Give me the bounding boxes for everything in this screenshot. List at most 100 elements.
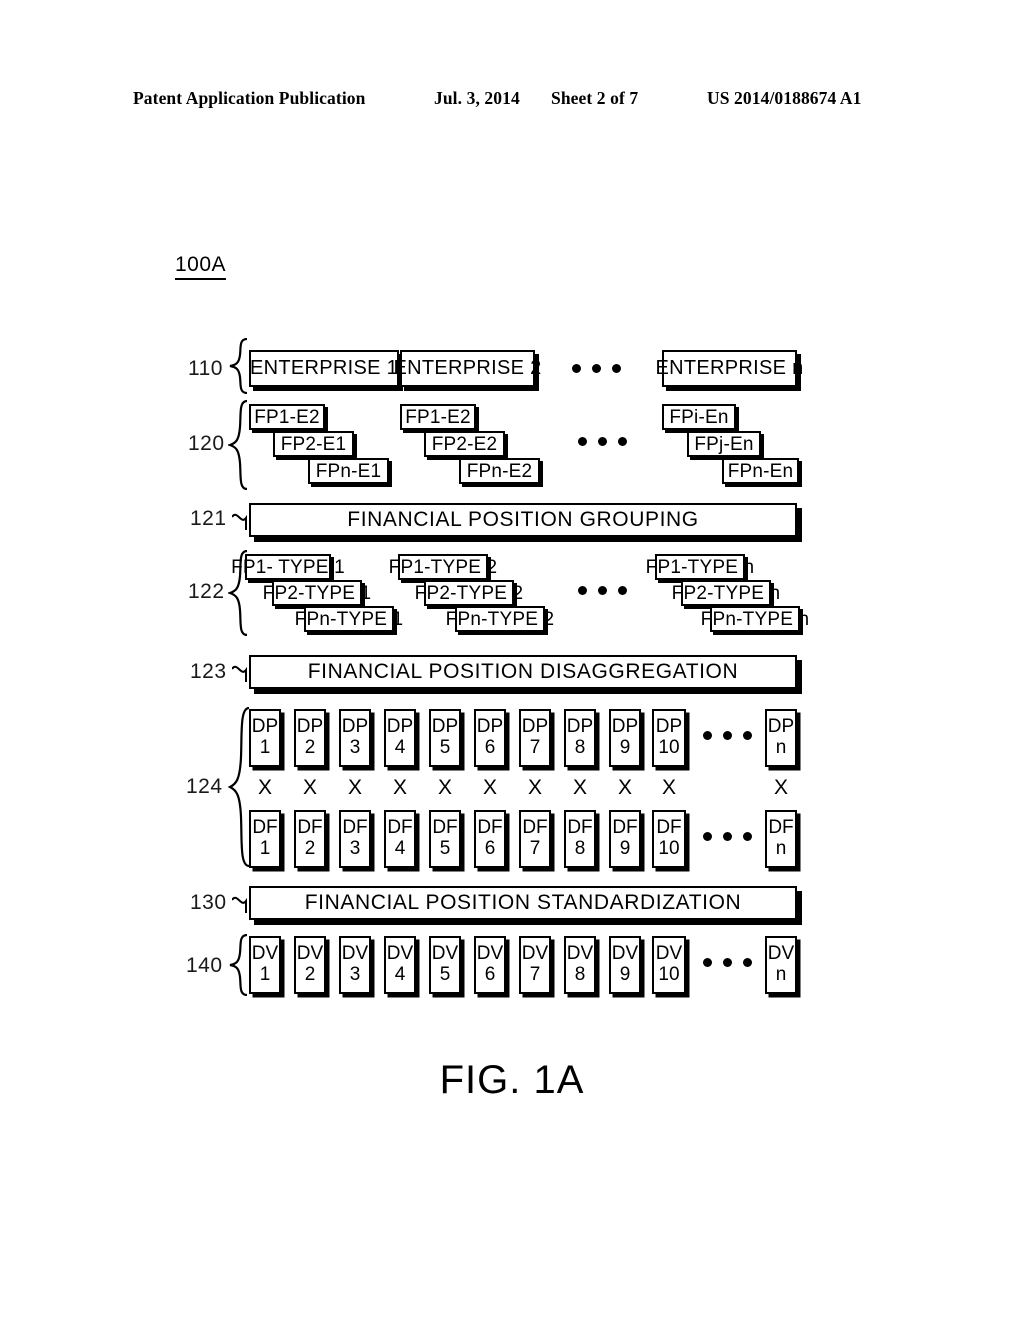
df-cell-7[interactable]: DF 7 — [519, 810, 551, 868]
df-cell-10-prefix: DF — [656, 817, 682, 839]
fp-type-box-2-3[interactable]: FPn-TYPE 2 — [446, 606, 554, 632]
enterprise-box-2[interactable]: ENTERPRISE 2 — [393, 350, 541, 387]
ref-numeral-130: 130 — [190, 891, 227, 914]
dv-cell-5-index: 5 — [439, 964, 451, 985]
dv-cell-2-prefix: DV — [296, 943, 324, 965]
financial-position-disaggregation-bar[interactable]: FINANCIAL POSITION DISAGGREGATION — [249, 655, 797, 689]
df-cell-8[interactable]: DF 8 — [564, 810, 596, 868]
enterprise-box-n[interactable]: ENTERPRISE n — [655, 350, 803, 387]
dp-cell-n[interactable]: DP n — [765, 709, 797, 767]
dv-cell-9[interactable]: DV 9 — [609, 936, 641, 994]
df-cell-6[interactable]: DF 6 — [474, 810, 506, 868]
fp-box-e1-2[interactable]: FP2-E1 — [273, 431, 354, 457]
dp-cell-6[interactable]: DP 6 — [474, 709, 506, 767]
figure-caption: FIG. 1A — [439, 1058, 585, 1102]
fp-type-box-1-1-label: FP1- TYPE 1 — [231, 556, 345, 578]
dp-cell-4-prefix: DP — [386, 716, 414, 738]
dp-cell-10-index: 10 — [658, 737, 680, 758]
fp-type-row-ellipsis — [578, 586, 627, 595]
fp-type-box-1-1[interactable]: FP1- TYPE 1 — [231, 554, 345, 580]
dv-cell-n[interactable]: DV n — [765, 936, 797, 994]
df-cell-8-prefix: DF — [567, 817, 593, 839]
fp-box-e2-2[interactable]: FP2-E2 — [424, 431, 505, 457]
dv-cell-2[interactable]: DV 2 — [294, 936, 326, 994]
fp-type-box-1-3[interactable]: FPn-TYPE 1 — [295, 606, 403, 632]
dp-cell-7[interactable]: DP 7 — [519, 709, 551, 767]
dp-cell-3[interactable]: DP 3 — [339, 709, 371, 767]
fp-type-box-2-2[interactable]: FP2-TYPE 2 — [415, 580, 523, 606]
fp-box-en-1-label: FPi-En — [669, 406, 729, 428]
dp-cell-6-index: 6 — [484, 737, 496, 758]
ref-numeral-110: 110 — [188, 357, 223, 380]
dv-cell-9-index: 9 — [619, 964, 631, 985]
dv-cell-9-prefix: DV — [611, 943, 639, 965]
enterprise-box-1-label: ENTERPRISE 1 — [249, 357, 399, 379]
fp-box-en-1[interactable]: FPi-En — [662, 404, 736, 430]
fp-box-e1-1[interactable]: FP1-E2 — [249, 404, 325, 430]
multiplier-x-8: X — [572, 776, 587, 799]
financial-position-standardization-bar[interactable]: FINANCIAL POSITION STANDARDIZATION — [249, 886, 797, 920]
df-cell-4[interactable]: DF 4 — [384, 810, 416, 868]
multiplier-x-2: X — [302, 776, 317, 799]
dv-cell-10[interactable]: DV 10 — [652, 936, 686, 994]
brace-140 — [229, 934, 248, 996]
fp-box-e2-1[interactable]: FP1-E2 — [400, 404, 476, 430]
dv-cell-3[interactable]: DV 3 — [339, 936, 371, 994]
dp-cell-6-prefix: DP — [476, 716, 504, 738]
dp-cell-10[interactable]: DP 10 — [652, 709, 686, 767]
fp-type-box-1-2[interactable]: FP2-TYPE 1 — [263, 580, 371, 606]
df-cell-8-index: 8 — [574, 838, 586, 859]
df-cell-9[interactable]: DF 9 — [609, 810, 641, 868]
ref-numeral-140: 140 — [186, 954, 223, 977]
dv-cell-8-index: 8 — [574, 964, 586, 985]
dp-cell-5-prefix: DP — [431, 716, 459, 738]
enterprise-row-ellipsis — [572, 364, 621, 373]
dp-cell-7-prefix: DP — [521, 716, 549, 738]
brace-120 — [228, 400, 248, 490]
dp-cell-2-index: 2 — [304, 737, 316, 758]
dv-cell-7[interactable]: DV 7 — [519, 936, 551, 994]
dv-cell-1-prefix: DV — [251, 943, 279, 965]
fp-box-e1-3[interactable]: FPn-E1 — [308, 458, 389, 484]
df-cell-6-prefix: DF — [477, 817, 503, 839]
df-cell-1-prefix: DF — [252, 817, 278, 839]
brace-124 — [228, 707, 250, 867]
financial-position-grouping-label: FINANCIAL POSITION GROUPING — [347, 508, 699, 531]
fp-box-en-2[interactable]: FPj-En — [687, 431, 761, 457]
dp-cell-1[interactable]: DP 1 — [249, 709, 281, 767]
dv-cell-5-prefix: DV — [431, 943, 459, 965]
dp-cell-5[interactable]: DP 5 — [429, 709, 461, 767]
df-cell-3[interactable]: DF 3 — [339, 810, 371, 868]
multiplier-x-7: X — [527, 776, 542, 799]
fp-type-box-2-1-label: FP1-TYPE 2 — [388, 556, 498, 578]
dp-row-ellipsis — [703, 731, 752, 740]
enterprise-box-1[interactable]: ENTERPRISE 1 — [249, 350, 399, 387]
dv-cell-8[interactable]: DV 8 — [564, 936, 596, 994]
fp-type-box-2-1[interactable]: FP1-TYPE 2 — [389, 554, 497, 580]
dv-cell-6[interactable]: DV 6 — [474, 936, 506, 994]
fp-type-box-n-1-label: FP1-TYPE n — [645, 556, 755, 578]
df-cell-4-index: 4 — [394, 838, 406, 859]
fp-box-en-3[interactable]: FPn-En — [722, 458, 799, 484]
dv-cell-1[interactable]: DV 1 — [249, 936, 281, 994]
dp-cell-9[interactable]: DP 9 — [609, 709, 641, 767]
dp-cell-4[interactable]: DP 4 — [384, 709, 416, 767]
df-cell-5[interactable]: DF 5 — [429, 810, 461, 868]
df-cell-2[interactable]: DF 2 — [294, 810, 326, 868]
multiplier-x-4: X — [392, 776, 407, 799]
dp-cell-8[interactable]: DP 8 — [564, 709, 596, 767]
fp-type-box-n-2[interactable]: FP2-TYPE n — [672, 580, 780, 606]
fp-box-e2-3[interactable]: FPn-E2 — [459, 458, 540, 484]
df-cell-1[interactable]: DF 1 — [249, 810, 281, 868]
dv-cell-6-index: 6 — [484, 964, 496, 985]
df-cell-10[interactable]: DF 10 — [652, 810, 686, 868]
dv-cell-5[interactable]: DV 5 — [429, 936, 461, 994]
df-cell-n[interactable]: DF n — [765, 810, 797, 868]
fp-type-box-n-3[interactable]: FPn-TYPE n — [701, 606, 809, 632]
dv-cell-4[interactable]: DV 4 — [384, 936, 416, 994]
fp-box-e2-1-label: FP1-E2 — [405, 406, 471, 428]
dp-cell-2[interactable]: DP 2 — [294, 709, 326, 767]
financial-position-grouping-bar[interactable]: FINANCIAL POSITION GROUPING — [249, 503, 797, 537]
dp-cell-1-prefix: DP — [251, 716, 279, 738]
fp-type-box-n-1[interactable]: FP1-TYPE n — [646, 554, 754, 580]
